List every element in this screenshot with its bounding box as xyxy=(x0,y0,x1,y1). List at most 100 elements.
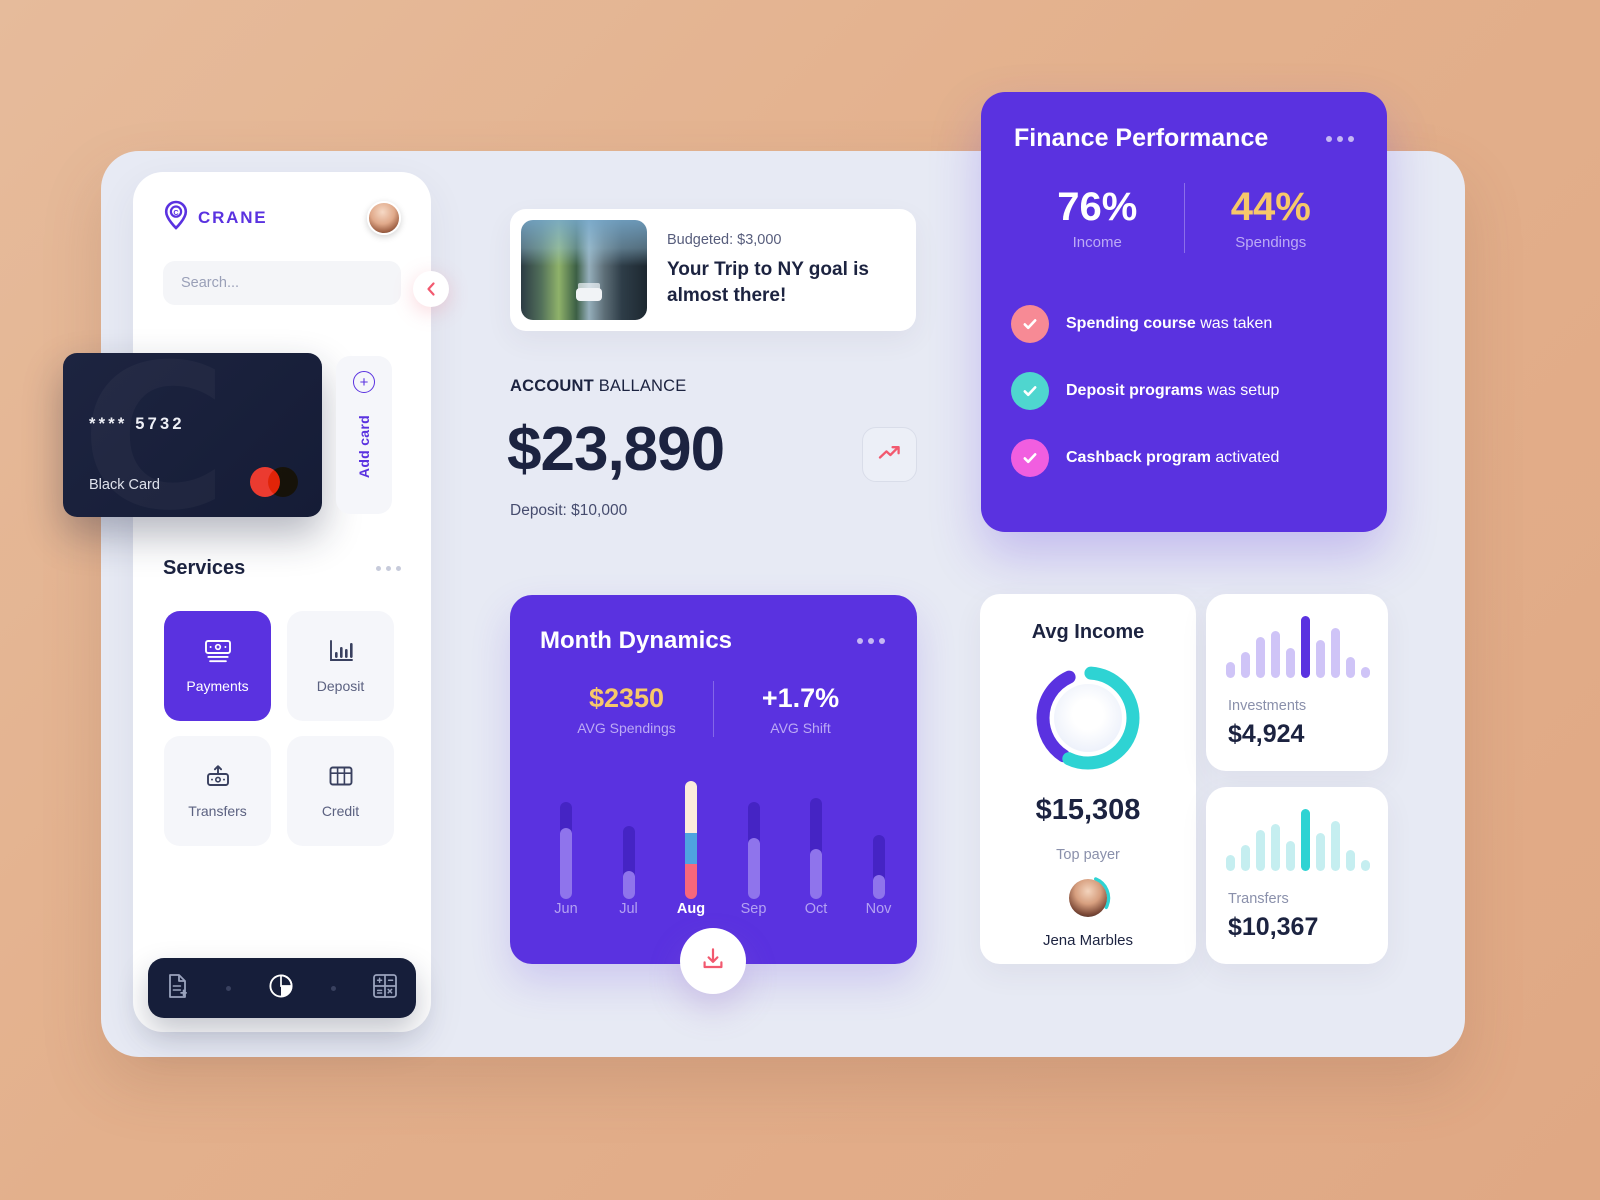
brand[interactable]: C CRANE xyxy=(163,200,267,235)
month-bar-fill xyxy=(747,837,760,899)
finance-stats: 76% Income 44% Spendings xyxy=(981,183,1387,253)
month-label-jun[interactable]: Jun xyxy=(538,901,594,917)
month-bar-jul[interactable] xyxy=(622,781,635,899)
avatar-image xyxy=(1069,879,1107,917)
service-credit[interactable]: Credit xyxy=(287,736,394,846)
search-input[interactable] xyxy=(181,275,383,291)
transfers-card[interactable]: Transfers $10,367 xyxy=(1206,787,1388,964)
svg-text:C: C xyxy=(173,208,178,217)
avg-spendings-stat: $2350 AVG Spendings xyxy=(540,683,713,736)
checklist-item[interactable]: Deposit programs was setup xyxy=(1011,372,1387,410)
avg-spendings-value: $2350 xyxy=(588,682,665,713)
month-bar-aug[interactable] xyxy=(685,781,697,899)
mini-bar xyxy=(1331,821,1340,871)
top-payer-label: Top payer xyxy=(1056,847,1120,863)
month-bar-oct[interactable] xyxy=(810,781,822,899)
month-bar-segment xyxy=(685,863,697,899)
transfers-label: Transfers xyxy=(1228,891,1289,907)
credit-card[interactable]: C **** 5732 Black Card xyxy=(63,353,322,517)
service-payments[interactable]: Payments xyxy=(164,611,271,721)
service-transfers[interactable]: Transfers xyxy=(164,736,271,846)
spendings-label: Spendings xyxy=(1235,234,1307,251)
month-label-oct[interactable]: Oct xyxy=(788,901,844,917)
investments-card[interactable]: Investments $4,924 xyxy=(1206,594,1388,771)
mini-bar xyxy=(1316,639,1325,678)
top-payer-avatar[interactable] xyxy=(1065,875,1111,921)
service-label: Payments xyxy=(186,678,249,694)
month-label-nov[interactable]: Nov xyxy=(851,901,907,917)
checklist-item[interactable]: Cashback program activated xyxy=(1011,439,1387,477)
sidebar-header: C CRANE xyxy=(133,172,431,235)
avg-income-title: Avg Income xyxy=(1031,621,1145,643)
calculator-icon[interactable] xyxy=(371,972,399,1005)
mini-bar xyxy=(1316,832,1325,871)
add-card-button[interactable]: + Add card xyxy=(336,356,392,514)
account-balance-label: ACCOUNT BALLANCE xyxy=(510,377,687,396)
checklist-text: Spending course was taken xyxy=(1066,315,1273,332)
month-bar-jun[interactable] xyxy=(560,781,572,899)
month-bar-segment xyxy=(685,832,697,864)
trending-up-button[interactable] xyxy=(862,427,917,482)
mini-bar xyxy=(1226,854,1235,871)
pie-chart-icon[interactable] xyxy=(266,971,296,1006)
mini-bar xyxy=(1331,628,1340,678)
trip-budget: Budgeted: $3,000 xyxy=(667,231,782,248)
top-payer-name: Jena Marbles xyxy=(1042,932,1134,949)
service-label: Transfers xyxy=(188,803,247,819)
donut-center xyxy=(1054,684,1122,752)
trending-up-icon xyxy=(877,442,903,467)
more-dots-icon[interactable] xyxy=(1326,135,1354,142)
nav-separator-dot xyxy=(330,985,336,991)
bottom-nav xyxy=(148,958,416,1018)
mini-bar xyxy=(1286,648,1295,678)
check-icon xyxy=(1011,439,1049,477)
mini-bar xyxy=(1256,830,1265,871)
income-label: Income xyxy=(1072,234,1122,251)
checklist-text: Cashback program activated xyxy=(1066,449,1280,466)
mini-bar xyxy=(1241,844,1250,871)
mini-bar xyxy=(1256,637,1265,678)
download-button[interactable] xyxy=(680,928,746,994)
search-box[interactable] xyxy=(163,261,401,305)
income-value: 76% xyxy=(1057,185,1138,229)
month-label-sep[interactable]: Sep xyxy=(726,901,782,917)
finance-performance-card: Finance Performance 76% Income 44% Spend… xyxy=(981,92,1387,532)
services-header: Services xyxy=(163,557,401,580)
investments-value: $4,924 xyxy=(1228,720,1305,748)
transfers-value: $10,367 xyxy=(1228,913,1319,941)
brand-name: CRANE xyxy=(198,207,268,227)
service-label: Deposit xyxy=(316,678,365,694)
mini-bar xyxy=(1301,809,1310,871)
more-dots-icon[interactable] xyxy=(376,566,401,571)
avg-shift-label: AVG Shift xyxy=(770,719,831,736)
transfers-bar-chart xyxy=(1226,809,1374,871)
account-deposit: Deposit: $10,000 xyxy=(510,502,628,519)
mini-bar xyxy=(1361,666,1370,678)
add-card-label: Add card xyxy=(356,415,372,479)
month-bar-fill xyxy=(622,870,635,899)
service-deposit[interactable]: Deposit xyxy=(287,611,394,721)
avg-shift-value: +1.7% xyxy=(761,682,840,713)
investments-bar-chart xyxy=(1226,616,1374,678)
check-icon xyxy=(1011,372,1049,410)
month-dynamics-title: Month Dynamics xyxy=(540,627,733,654)
month-label-jul[interactable]: Jul xyxy=(601,901,657,917)
month-label-aug[interactable]: Aug xyxy=(663,901,719,917)
avg-spendings-label: AVG Spendings xyxy=(577,719,676,736)
avg-income-donut-chart xyxy=(1032,662,1144,774)
mastercard-logo xyxy=(250,467,298,497)
trip-goal-card[interactable]: Budgeted: $3,000 Your Trip to NY goal is… xyxy=(510,209,916,331)
mini-bar xyxy=(1346,849,1355,871)
card-name: Black Card xyxy=(89,477,160,493)
document-add-icon[interactable] xyxy=(165,972,191,1005)
more-dots-icon[interactable] xyxy=(857,638,885,644)
sidebar-collapse-button[interactable] xyxy=(413,271,449,307)
services-title: Services xyxy=(163,557,246,579)
checklist-item[interactable]: Spending course was taken xyxy=(1011,305,1387,343)
month-bar-segment xyxy=(685,781,697,833)
new-york-street-photo xyxy=(521,220,647,320)
month-bar-sep[interactable] xyxy=(747,781,760,899)
avatar[interactable] xyxy=(367,200,401,235)
month-bar-nov[interactable] xyxy=(872,781,885,899)
services-grid: Payments Deposit Transfers Credit xyxy=(164,611,400,846)
